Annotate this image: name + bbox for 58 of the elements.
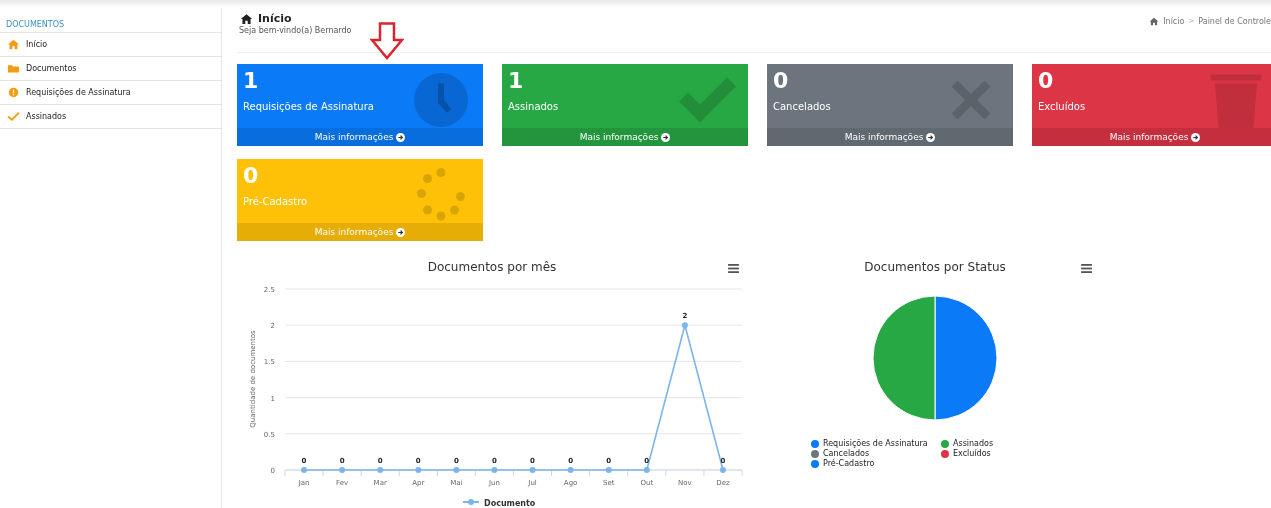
sidebar-item[interactable]: Requisições de Assinatura [0,81,221,105]
sidebar-item[interactable]: Início [0,33,221,57]
arrow-circle-icon [1191,132,1201,142]
data-point [605,467,612,473]
home-icon [1149,16,1160,26]
sidebar-heading: DOCUMENTOS [0,18,221,33]
down-arrow-icon [370,22,404,60]
more-info-link[interactable]: Mais informações [767,128,1013,146]
sidebar-item[interactable]: Assinados [0,105,221,129]
home-icon [7,39,20,50]
home-icon [240,12,253,25]
card-label: Assinados [508,101,560,112]
arrow-circle-icon [396,227,406,237]
menu-icon[interactable] [1081,264,1092,273]
chart-title: Documentos por mês [427,260,557,274]
page-title: Início [258,12,292,25]
data-point [377,467,384,473]
legend-label[interactable]: Requisições de Assinatura [823,439,928,448]
card-count: 0 [243,163,260,189]
breadcrumb-link[interactable]: Início [1163,16,1185,26]
data-point [529,467,536,473]
data-point [301,467,308,473]
data-point [453,467,460,473]
menu-icon[interactable] [728,264,739,273]
legend-marker-icon [462,499,480,505]
card-count: 1 [243,68,260,94]
legend-label: Documento [484,499,536,508]
exclamation-icon [7,87,20,98]
clock-icon [411,70,471,128]
card-count: 0 [773,68,790,94]
arrow-circle-icon [396,132,406,142]
card-label: Excluídos [1038,101,1087,112]
legend-label[interactable]: Excluídos [953,449,991,458]
card-label: Pré-Cadastro [243,196,309,207]
welcome-text: Seja bem-vindo(a) Bernardo [239,26,352,35]
check-icon [7,111,20,122]
data-point [681,322,688,329]
arrow-circle-icon [926,132,936,142]
folder-icon [7,63,20,74]
card-count: 1 [508,68,525,94]
data-point [567,467,574,473]
data-point [339,467,346,473]
legend-label[interactable]: Assinados [953,439,994,448]
data-point [415,467,422,473]
card-label: Requisições de Assinatura [243,101,375,112]
more-info-link[interactable]: Mais informações [237,128,483,146]
legend-label[interactable]: Pré-Cadastro [823,459,875,468]
card-label: Cancelados [773,101,832,112]
data-point [491,467,498,473]
legend-label[interactable]: Cancelados [823,449,870,458]
breadcrumb-link[interactable]: Painel de Controle [1198,16,1271,26]
chart-title: Documentos por Status [864,260,1006,274]
data-point [643,467,650,473]
more-info-link[interactable]: Mais informações [502,128,748,146]
card-count: 0 [1038,68,1055,94]
sidebar-item[interactable]: Documentos [0,57,221,81]
data-point [719,467,726,473]
arrow-circle-icon [661,132,671,142]
